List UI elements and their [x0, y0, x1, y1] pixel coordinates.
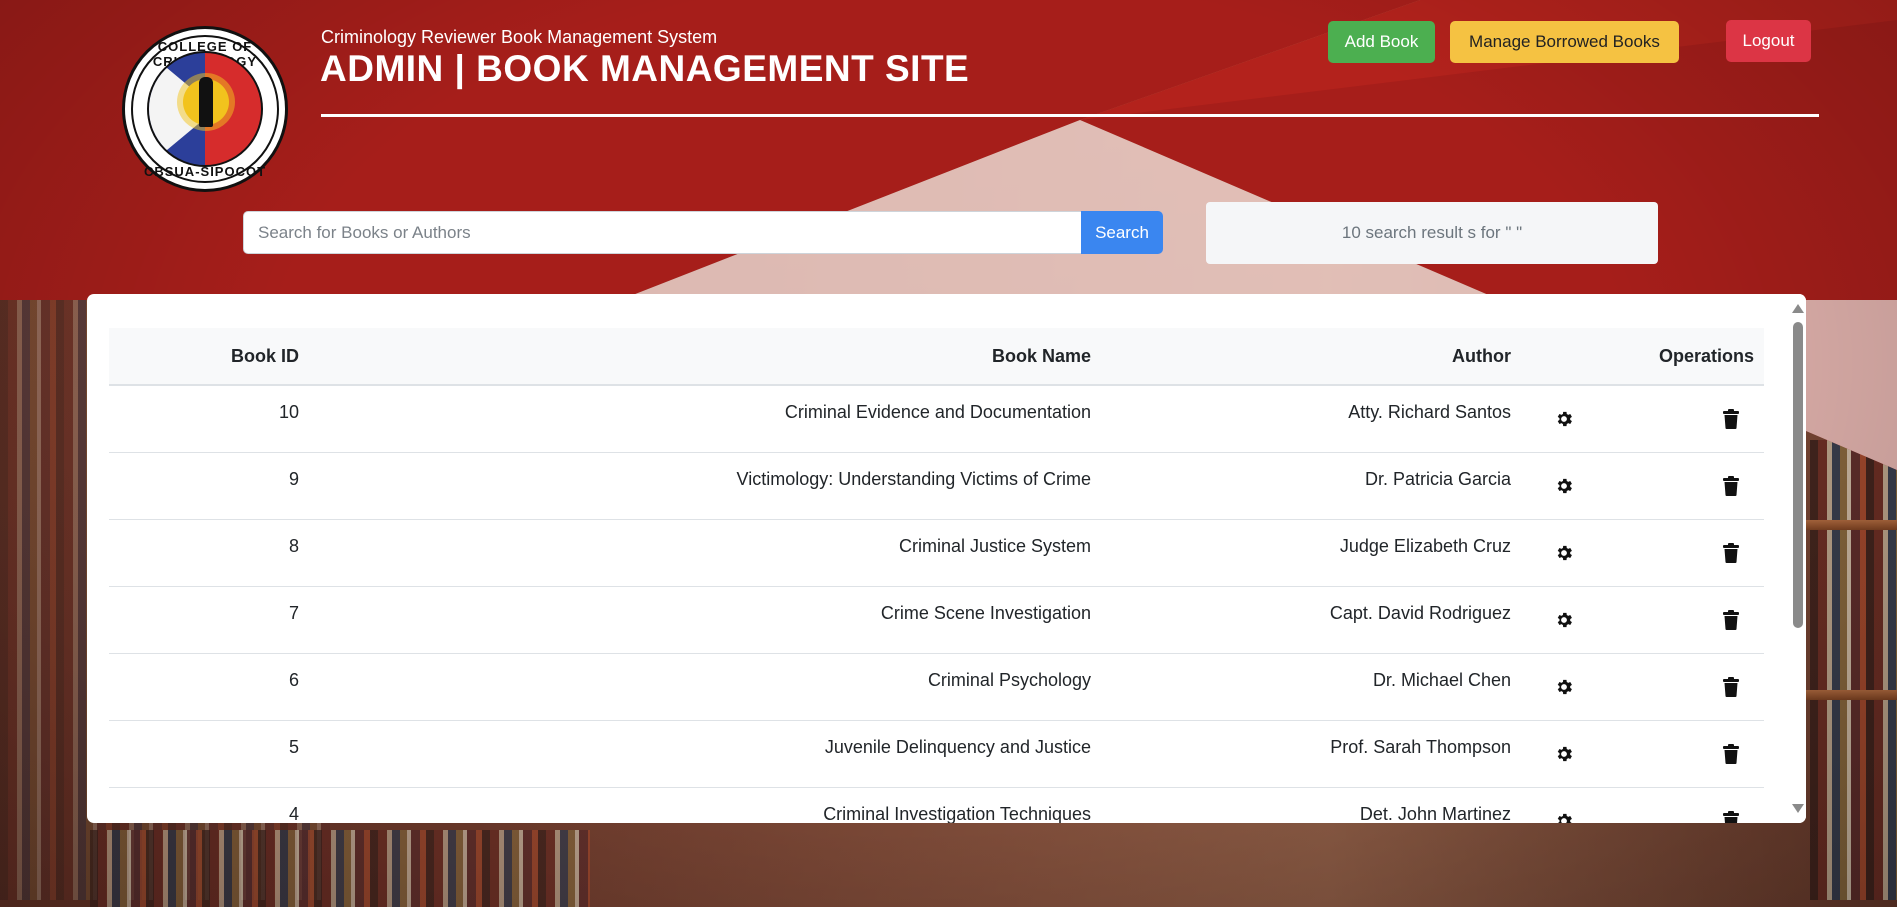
scroll-down-arrow[interactable] [1792, 804, 1804, 813]
manage-borrowed-books-button[interactable]: Manage Borrowed Books [1450, 21, 1679, 63]
search-result-count: 10 search result s for " " [1206, 202, 1658, 264]
book-id-cell: 6 [109, 653, 309, 721]
author-cell: Dr. Patricia Garcia [1101, 452, 1521, 520]
add-book-button[interactable]: Add Book [1328, 21, 1435, 63]
operations-group [1531, 609, 1754, 631]
trash-icon[interactable] [1720, 676, 1742, 698]
operations-cell [1521, 653, 1764, 721]
scroll-up-arrow[interactable] [1792, 304, 1804, 313]
table-row: 8 Criminal Justice System Judge Elizabeth … [109, 519, 1764, 587]
operations-cell [1521, 452, 1764, 520]
title-divider [321, 114, 1819, 117]
operations-cell [1521, 385, 1764, 453]
table-scrollbar[interactable] [1789, 294, 1806, 823]
book-name-cell: Criminal Evidence and Documentation [309, 385, 1101, 453]
operations-cell [1521, 519, 1764, 587]
trash-icon[interactable] [1720, 475, 1742, 497]
gear-icon[interactable] [1553, 408, 1575, 430]
search-input[interactable] [243, 211, 1081, 254]
author-cell: Capt. David Rodriguez [1101, 586, 1521, 654]
book-id-cell: 10 [109, 385, 309, 453]
table-body: 10 Criminal Evidence and Documentation Att… [109, 385, 1764, 823]
operations-group [1531, 475, 1754, 497]
column-header-operations: Operations [1521, 328, 1764, 386]
book-name-cell: Victimology: Understanding Victims of Cr… [309, 452, 1101, 520]
logo-bottom-text: CBSUA-SIPOCOT [143, 164, 267, 179]
operations-cell [1521, 586, 1764, 654]
gear-icon[interactable] [1553, 810, 1575, 823]
gear-icon[interactable] [1553, 475, 1575, 497]
trash-icon[interactable] [1720, 408, 1742, 430]
scroll-thumb[interactable] [1793, 322, 1803, 628]
table-row: 10 Criminal Evidence and Documentation Att… [109, 385, 1764, 453]
college-logo: COLLEGE OF CRIMINOLOGY CBSUA-SIPOCOT [122, 26, 288, 192]
column-header-book-name: Book Name [309, 328, 1101, 386]
trash-icon[interactable] [1720, 810, 1742, 823]
book-name-cell: Criminal Investigation Techniques [309, 787, 1101, 823]
author-cell: Atty. Richard Santos [1101, 385, 1521, 453]
author-cell: Dr. Michael Chen [1101, 653, 1521, 721]
book-id-cell: 7 [109, 586, 309, 654]
operations-group [1531, 408, 1754, 430]
table-row: 4 Criminal Investigation Techniques Det. J… [109, 787, 1764, 823]
table-row: 6 Criminal Psychology Dr. Michael Chen [109, 653, 1764, 721]
book-id-cell: 9 [109, 452, 309, 520]
books-table: Book ID Book Name Author Operations 10 Cr… [109, 328, 1764, 823]
book-name-cell: Juvenile Delinquency and Justice [309, 720, 1101, 788]
table-container: Book ID Book Name Author Operations 10 Cr… [109, 328, 1764, 823]
gear-icon[interactable] [1553, 743, 1575, 765]
book-name-cell: Criminal Justice System [309, 519, 1101, 587]
trash-icon[interactable] [1720, 743, 1742, 765]
book-name-cell: Crime Scene Investigation [309, 586, 1101, 654]
search-button[interactable]: Search [1081, 211, 1163, 254]
operations-cell [1521, 720, 1764, 788]
logout-button[interactable]: Logout [1726, 20, 1811, 62]
operations-cell [1521, 787, 1764, 823]
book-id-cell: 8 [109, 519, 309, 587]
page-title: ADMIN | BOOK MANAGEMENT SITE [320, 48, 970, 89]
operations-group [1531, 676, 1754, 698]
book-id-cell: 4 [109, 787, 309, 823]
book-name-cell: Criminal Psychology [309, 653, 1101, 721]
column-header-book-id: Book ID [109, 328, 309, 386]
table-row: 7 Crime Scene Investigation Capt. David Ro… [109, 586, 1764, 654]
gear-icon[interactable] [1553, 542, 1575, 564]
trash-icon[interactable] [1720, 609, 1742, 631]
gear-icon[interactable] [1553, 609, 1575, 631]
system-subtitle: Criminology Reviewer Book Management Sys… [321, 27, 718, 47]
author-cell: Det. John Martinez [1101, 787, 1521, 823]
books-table-card: Book ID Book Name Author Operations 10 Cr… [87, 294, 1806, 823]
table-row: 5 Juvenile Delinquency and Justice Prof. S… [109, 720, 1764, 788]
operations-group [1531, 542, 1754, 564]
table-row: 9 Victimology: Understanding Victims of C… [109, 452, 1764, 520]
book-id-cell: 5 [109, 720, 309, 788]
search-bar: Search [243, 211, 1163, 254]
operations-group [1531, 810, 1754, 823]
logo-emblem [147, 51, 263, 167]
logo-figure [199, 77, 213, 127]
gear-icon[interactable] [1553, 676, 1575, 698]
column-header-author: Author [1101, 328, 1521, 386]
table-header-row: Book ID Book Name Author Operations [109, 328, 1764, 386]
author-cell: Prof. Sarah Thompson [1101, 720, 1521, 788]
trash-icon[interactable] [1720, 542, 1742, 564]
operations-group [1531, 743, 1754, 765]
author-cell: Judge Elizabeth Cruz [1101, 519, 1521, 587]
